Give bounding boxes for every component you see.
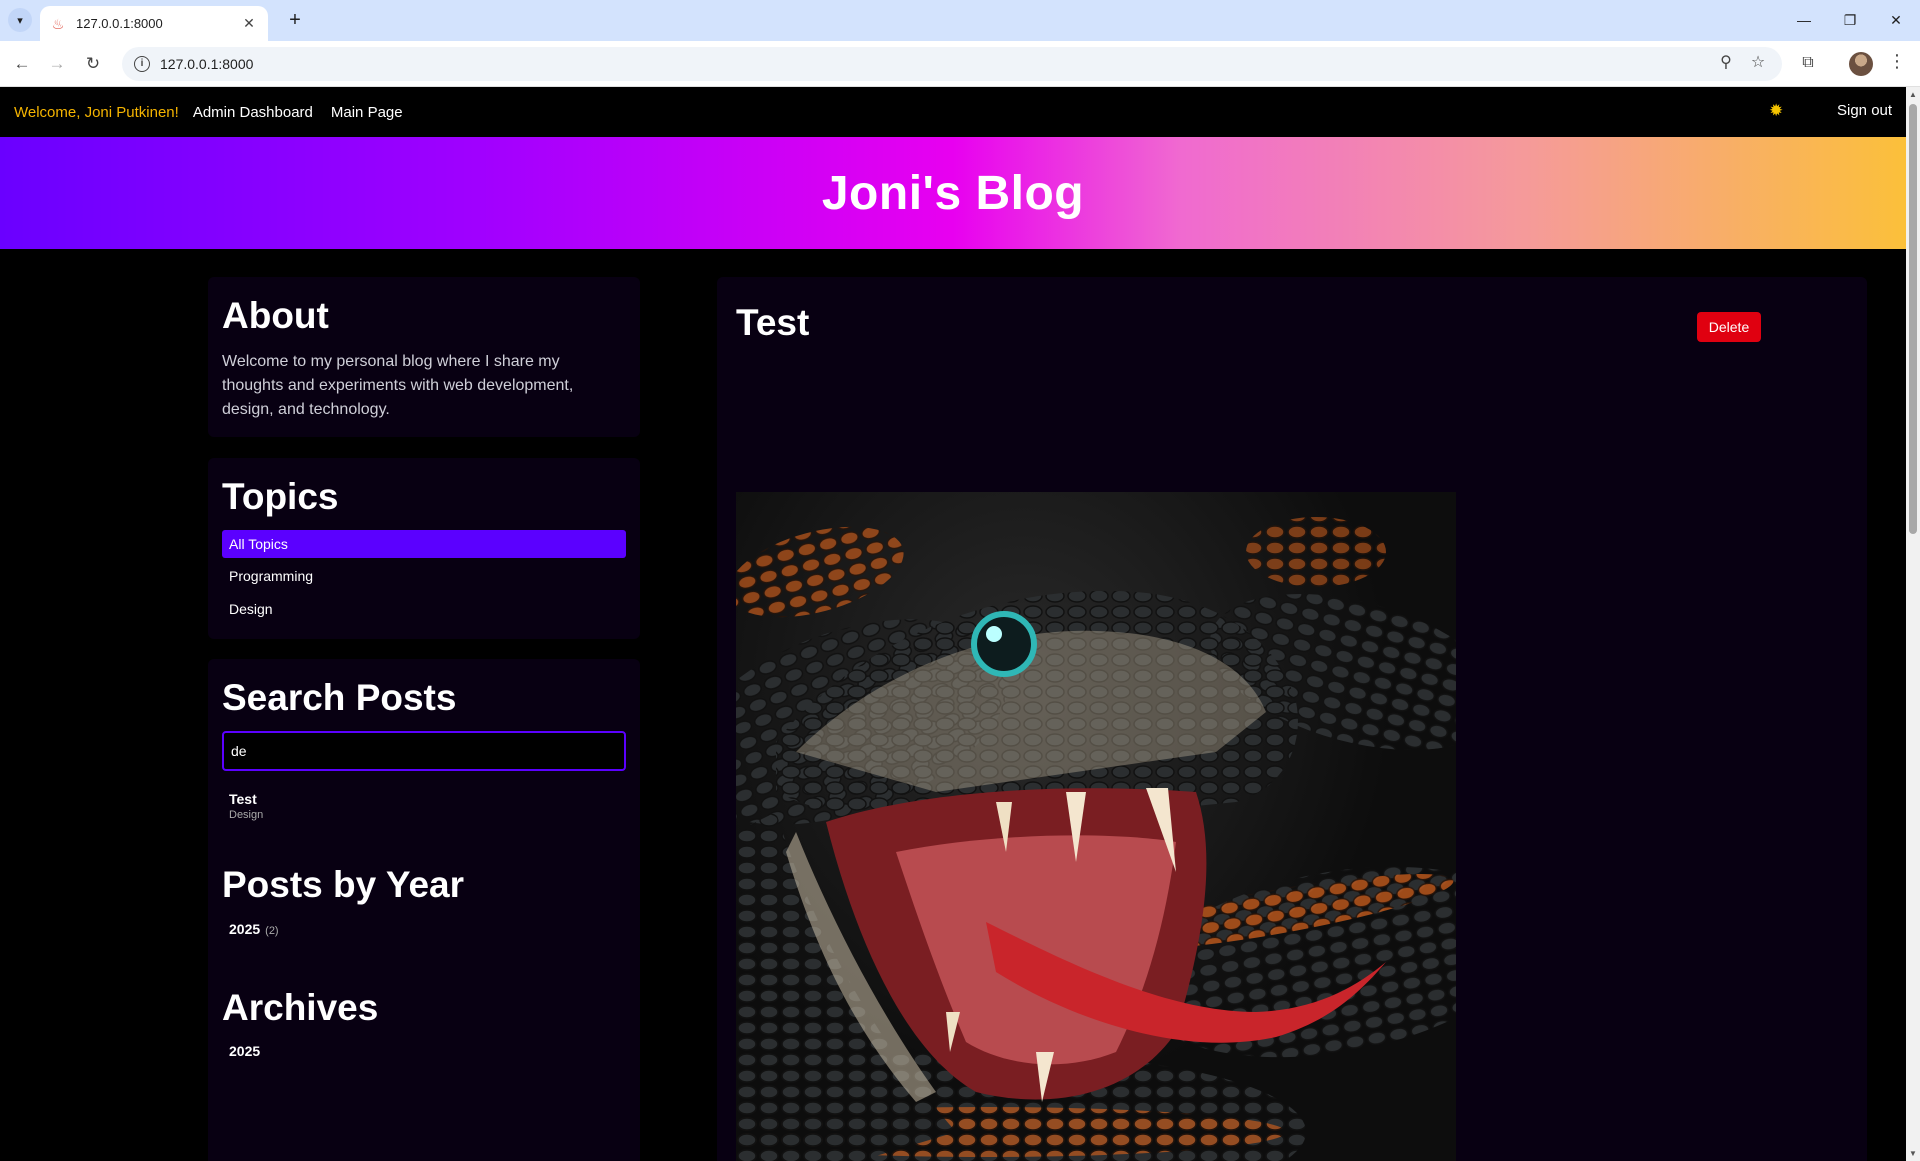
minimize-icon[interactable]: — xyxy=(1792,8,1816,32)
site-info-icon[interactable]: i xyxy=(134,56,150,72)
reload-icon[interactable]: ↻ xyxy=(80,51,106,77)
delete-button[interactable]: Delete xyxy=(1697,312,1761,342)
search-result-title[interactable]: Test xyxy=(229,791,257,807)
topic-programming[interactable]: Programming xyxy=(222,562,626,590)
about-heading: About xyxy=(222,295,329,336)
topic-all-topics[interactable]: All Topics xyxy=(222,530,626,558)
profile-avatar[interactable] xyxy=(1849,52,1873,76)
tab-title: 127.0.0.1:8000 xyxy=(76,16,163,31)
browser-tab[interactable]: ♨ 127.0.0.1:8000 ✕ xyxy=(40,6,268,41)
search-heading: Search Posts xyxy=(222,677,457,718)
browser-tab-bar: ▾ ♨ 127.0.0.1:8000 ✕ + — ❐ ✕ xyxy=(0,0,1920,41)
search-input[interactable] xyxy=(222,731,626,771)
bookmark-star-icon[interactable]: ☆ xyxy=(1746,51,1770,75)
url-text: 127.0.0.1:8000 xyxy=(160,56,254,72)
blog-title: Joni's Blog xyxy=(821,166,1085,220)
browser-toolbar: ← → ↻ i 127.0.0.1:8000 ⚲ ☆ ⧉ xyxy=(0,41,1920,87)
posts-by-year-item[interactable]: 2025 (2) xyxy=(229,921,279,937)
back-icon[interactable]: ← xyxy=(9,51,35,77)
posts-by-year-year: 2025 xyxy=(229,921,261,937)
laravel-favicon-icon: ♨ xyxy=(51,15,65,32)
welcome-text: Welcome, Joni Putkinen! xyxy=(14,103,179,121)
tab-close-icon[interactable]: ✕ xyxy=(240,15,258,32)
about-card: About Welcome to my personal blog where … xyxy=(208,277,640,437)
post-snake-image xyxy=(736,492,1456,1161)
admin-dashboard-link[interactable]: Admin Dashboard xyxy=(193,104,313,121)
scroll-down-arrow-icon[interactable]: ▼ xyxy=(1909,1149,1917,1158)
blog-header-banner: Joni's Blog xyxy=(0,137,1906,249)
page-scrollbar[interactable]: ▲ ▼ xyxy=(1906,87,1920,1161)
post-card: Test Delete xyxy=(717,277,1867,1161)
restore-icon[interactable]: ❐ xyxy=(1838,8,1862,32)
window-close-icon[interactable]: ✕ xyxy=(1884,8,1908,32)
posts-by-year-count: (2) xyxy=(265,925,279,937)
forward-icon[interactable]: → xyxy=(44,51,70,77)
zoom-icon[interactable]: ⚲ xyxy=(1714,51,1738,75)
archive-year-item[interactable]: 2025 xyxy=(229,1043,260,1059)
theme-toggle-sun-icon[interactable]: ✹ xyxy=(1769,101,1783,121)
sign-out-link[interactable]: Sign out xyxy=(1837,102,1892,119)
scrollbar-thumb[interactable] xyxy=(1909,104,1917,534)
topics-heading: Topics xyxy=(222,476,339,517)
search-result-topic: Design xyxy=(229,809,264,821)
topic-design[interactable]: Design xyxy=(222,595,626,623)
topics-card: Topics All Topics Programming Design xyxy=(208,458,640,639)
snake-illustration xyxy=(736,517,1456,1161)
tab-search-chevron-icon[interactable]: ▾ xyxy=(8,8,32,32)
post-title: Test xyxy=(736,302,810,343)
archives-heading: Archives xyxy=(222,987,379,1028)
posts-by-year-heading: Posts by Year xyxy=(222,864,465,905)
web-page: Welcome, Joni Putkinen! Admin Dashboard … xyxy=(0,87,1906,1161)
main-page-link[interactable]: Main Page xyxy=(331,104,403,121)
site-navbar: Welcome, Joni Putkinen! Admin Dashboard … xyxy=(0,87,1906,137)
address-bar[interactable]: i 127.0.0.1:8000 xyxy=(122,47,1782,81)
extensions-icon[interactable]: ⧉ xyxy=(1796,51,1820,75)
browser-menu-icon[interactable]: ⋮ xyxy=(1888,51,1906,77)
new-tab-icon[interactable]: + xyxy=(283,9,307,33)
about-text: Welcome to my personal blog where I shar… xyxy=(222,353,574,418)
search-card: Search Posts Test Design Posts by Year 2… xyxy=(208,659,640,1161)
scroll-up-arrow-icon[interactable]: ▲ xyxy=(1909,90,1917,99)
